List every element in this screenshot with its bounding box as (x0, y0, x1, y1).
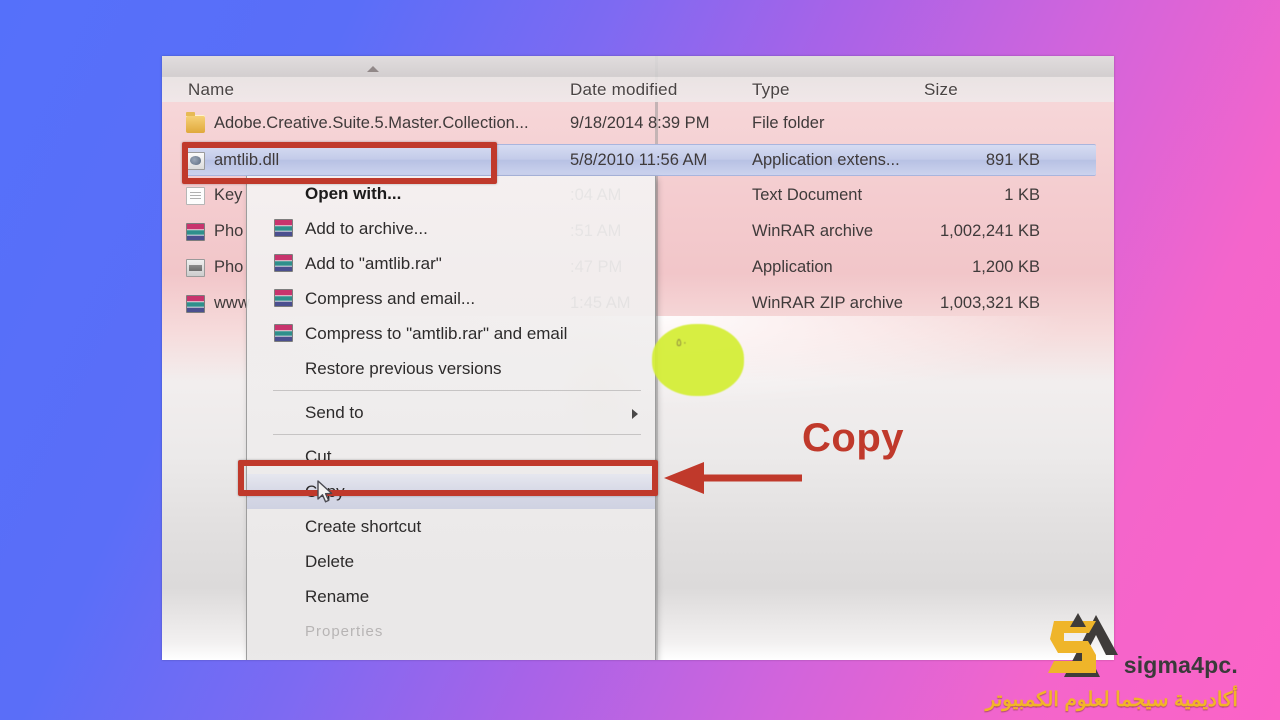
file-name: Key (214, 186, 243, 204)
file-type: File folder (752, 114, 825, 132)
winrar-icon (274, 254, 293, 272)
brand-name: sigma4pc. (1123, 652, 1238, 678)
highlighter-blob: ٥٠ (652, 324, 744, 396)
menu-item-label: Delete (305, 551, 355, 571)
file-name: Pho (214, 222, 244, 240)
winrar-icon (274, 219, 293, 237)
file-size: 891 KB (985, 151, 1040, 169)
watermark: sigma4pc. أكاديمية سيجما لعلوم الكمبيوتر (986, 611, 1238, 712)
menu-item-label: Restore previous versions (305, 358, 502, 378)
menu-item-label: Create shortcut (305, 516, 422, 536)
tutorial-screenshot: Name Date modified Type Size Adobe.Creat… (162, 56, 1114, 660)
sort-ascending-icon[interactable] (367, 66, 379, 72)
menu-item-create-shortcut[interactable]: Create shortcut (247, 509, 655, 544)
file-type: Application (752, 258, 833, 276)
file-date: 9/18/2014 8:39 PM (570, 114, 710, 132)
folder-icon (186, 112, 205, 133)
file-name: www (214, 294, 250, 312)
column-header-name[interactable]: Name (188, 80, 234, 100)
menu-item-send-to[interactable]: Send to (247, 395, 655, 430)
annotation-box-file (182, 142, 497, 184)
menu-item-label: Add to archive... (305, 218, 428, 238)
chevron-right-icon (632, 409, 638, 419)
menu-item-delete[interactable]: Delete (247, 544, 655, 579)
winrar-icon (186, 223, 205, 241)
file-size: 1,002,241 KB (940, 222, 1040, 240)
menu-item-label: Compress to "amtlib.rar" and email (305, 323, 568, 343)
winrar-icon (274, 289, 293, 307)
highlight-note: ٥٠ (676, 337, 688, 349)
table-row[interactable]: Adobe.Creative.Suite.5.Master.Collection… (162, 108, 1114, 140)
context-menu[interactable]: Open with... Add to archive... Add to "a… (246, 176, 656, 660)
column-header-size[interactable]: Size (924, 80, 958, 100)
file-size: 1 KB (1004, 186, 1040, 204)
annotation-arrow-icon (664, 462, 802, 494)
menu-item-label: Send to (305, 402, 364, 422)
file-size: 1,200 KB (972, 258, 1040, 276)
menu-item-label: Rename (305, 586, 370, 606)
column-header-type[interactable]: Type (752, 80, 790, 100)
file-date: 5/8/2010 11:56 AM (570, 151, 708, 169)
text-file-icon (186, 187, 205, 205)
menu-item-rename[interactable]: Rename (247, 579, 655, 614)
menu-item-label: Compress and email... (305, 288, 476, 308)
menu-item-compress-and-email[interactable]: Compress and email... (247, 281, 655, 316)
menu-item-compress-to-amtlib-rar-and-email[interactable]: Compress to "amtlib.rar" and email (247, 316, 655, 351)
winrar-icon (186, 295, 205, 313)
file-name: Pho (214, 258, 244, 276)
menu-item-add-to-archive[interactable]: Add to archive... (247, 211, 655, 246)
menu-item-add-to-amtlib-rar[interactable]: Add to "amtlib.rar" (247, 246, 655, 281)
menu-item-label: Open with... (305, 183, 402, 203)
annotation-box-copy (238, 460, 658, 496)
logo-row: sigma4pc. (986, 611, 1238, 691)
annotation-callout-copy: Copy (802, 416, 904, 460)
file-type: Text Document (752, 186, 863, 204)
application-icon (186, 259, 205, 277)
sigma4pc-logo-icon (1034, 611, 1120, 691)
winrar-icon (274, 324, 293, 342)
column-header-date-modified[interactable]: Date modified (570, 80, 678, 100)
file-type: WinRAR archive (752, 222, 874, 240)
mouse-cursor-icon (317, 480, 333, 503)
menu-item-label: Properties (305, 623, 384, 640)
menu-item-label: Add to "amtlib.rar" (305, 253, 442, 273)
page-background: Name Date modified Type Size Adobe.Creat… (0, 0, 1280, 720)
menu-separator (273, 434, 641, 435)
file-size: 1,003,321 KB (940, 294, 1040, 312)
file-name: Adobe.Creative.Suite.5.Master.Collection… (214, 114, 529, 132)
menu-item-restore-previous-versions[interactable]: Restore previous versions (247, 351, 655, 386)
menu-separator (273, 390, 641, 391)
menu-item-properties[interactable]: Properties (247, 614, 655, 649)
